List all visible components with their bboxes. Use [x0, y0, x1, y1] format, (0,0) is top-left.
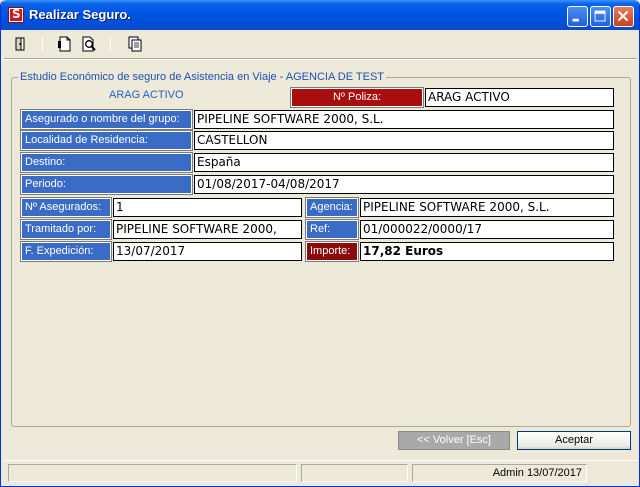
status-bar: Admin 13/07/2017: [4, 460, 637, 484]
product-subtitle: ARAG ACTIVO: [109, 89, 184, 101]
print-preview-icon[interactable]: [80, 35, 98, 53]
exit-door-icon[interactable]: [12, 35, 30, 53]
app-logo-icon: S: [8, 7, 24, 23]
minimize-icon: [572, 18, 579, 22]
num-asegurados-field[interactable]: 1: [113, 198, 302, 217]
toolbar-separator: [110, 37, 111, 51]
window-title: Realizar Seguro.: [29, 7, 131, 22]
agencia-field[interactable]: PIPELINE SOFTWARE 2000, S.L.: [360, 198, 614, 217]
asegurado-field[interactable]: PIPELINE SOFTWARE 2000, S.L.: [194, 110, 614, 129]
toolbar-separator: [42, 37, 43, 51]
maximize-icon: [594, 10, 606, 22]
minimize-button[interactable]: [567, 6, 588, 27]
poliza-field[interactable]: ARAG ACTIVO: [425, 88, 614, 107]
localidad-label: Localidad de Residencia:: [20, 130, 193, 151]
title-bar[interactable]: S Realizar Seguro.: [1, 0, 639, 30]
destino-label: Destino:: [20, 152, 193, 173]
num-asegurados-label: Nº Asegurados:: [20, 197, 112, 218]
toolbar-divider: [4, 58, 637, 60]
status-panel-middle: [301, 464, 408, 482]
status-panel-main: [8, 464, 297, 482]
aceptar-button[interactable]: Aceptar: [517, 431, 631, 450]
copy-pages-icon[interactable]: [126, 35, 144, 53]
maximize-button[interactable]: [590, 6, 611, 27]
localidad-field[interactable]: CASTELLON: [194, 131, 614, 150]
group-legend: Estudio Económico de seguro de Asistenci…: [18, 71, 387, 83]
agencia-label: Agencia:: [305, 197, 359, 218]
importe-label: Importe:: [305, 241, 359, 262]
volver-button[interactable]: << Volver [Esc]: [398, 431, 510, 450]
tramitado-label: Tramitado por:: [20, 219, 112, 240]
tramitado-field[interactable]: PIPELINE SOFTWARE 2000,: [113, 220, 302, 239]
ref-field[interactable]: 01/000022/0000/17: [360, 220, 614, 239]
close-button[interactable]: [613, 6, 634, 27]
new-document-icon[interactable]: [56, 35, 74, 53]
poliza-label: Nº Poliza:: [290, 87, 424, 108]
close-icon: [617, 10, 629, 22]
toolbar: [4, 31, 637, 57]
periodo-label: Periodo:: [20, 174, 193, 195]
app-logo-letter: S: [12, 7, 21, 21]
importe-field[interactable]: 17,82 Euros: [360, 242, 614, 261]
asegurado-label: Asegurado o nombre del grupo:: [20, 109, 193, 130]
expedicion-label: F. Expedición:: [20, 241, 112, 262]
periodo-field[interactable]: 01/08/2017-04/08/2017: [194, 175, 614, 194]
app-window: S Realizar Seguro. Estudio Económico de …: [0, 0, 640, 487]
destino-field[interactable]: España: [194, 153, 614, 172]
ref-label: Ref:: [305, 219, 359, 240]
expedicion-field[interactable]: 13/07/2017: [113, 242, 302, 261]
status-panel-user-date: Admin 13/07/2017: [412, 464, 587, 482]
